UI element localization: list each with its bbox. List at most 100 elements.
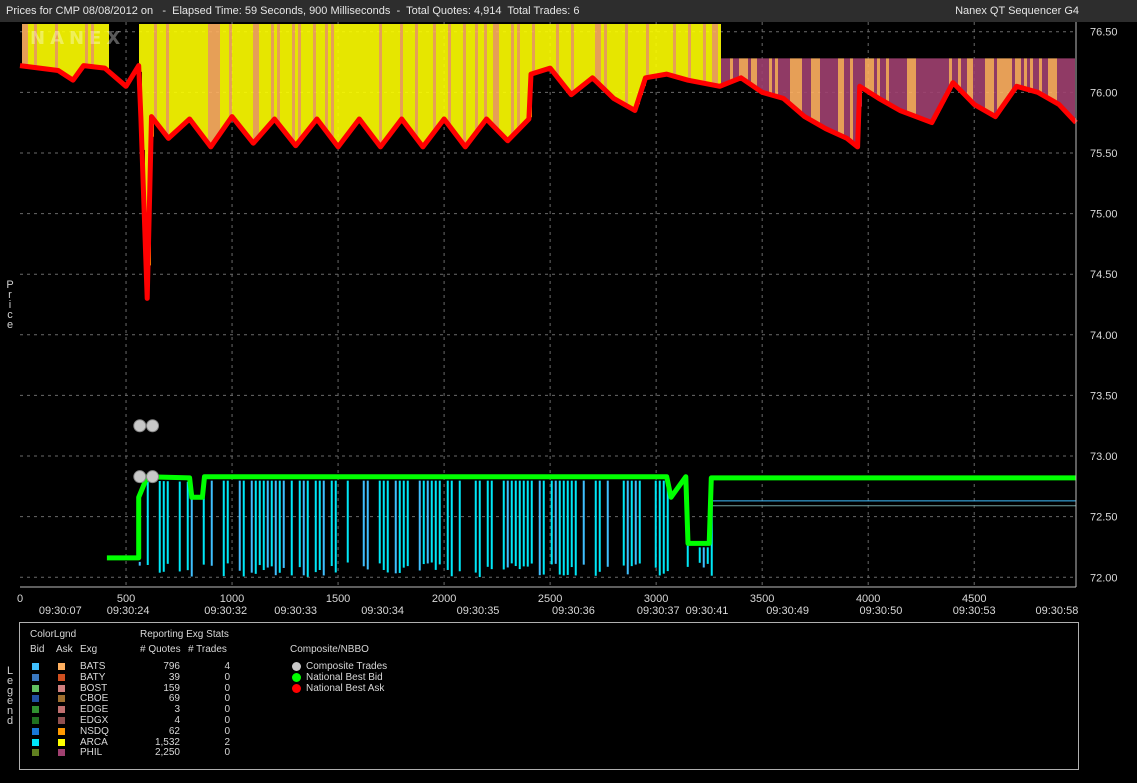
ask-quote-bar xyxy=(460,24,463,140)
bid-quote-spike xyxy=(598,480,601,572)
legend-trade-count: 4 xyxy=(224,661,230,672)
legend-quote-count: 62 xyxy=(168,725,180,737)
bid-quote-spike xyxy=(510,480,513,564)
legend-composite-label: National Best Bid xyxy=(306,672,383,683)
bid-quote-spike xyxy=(302,480,305,576)
ask-quote-bar xyxy=(190,24,193,120)
ask-quote-bar xyxy=(838,58,841,135)
ask-quote-bar xyxy=(691,24,694,81)
ask-quote-bar xyxy=(487,24,490,120)
bid-quote-spike xyxy=(298,480,301,568)
legend-ask-swatch xyxy=(58,663,65,670)
legend-trade-count: 2 xyxy=(224,736,230,748)
time-tick-label: 09:30:34 xyxy=(361,605,404,617)
ask-quote-bar xyxy=(790,58,793,105)
bid-quote-spike xyxy=(346,480,349,563)
legend-ask-swatch xyxy=(58,727,65,735)
y-tick-label: 73.00 xyxy=(1090,451,1118,463)
ask-quote-bar xyxy=(844,58,847,138)
ask-quote-bar xyxy=(829,58,832,131)
ask-quote-bar xyxy=(310,24,313,128)
trade-point xyxy=(146,419,160,433)
ask-quote-bar xyxy=(982,58,985,109)
bid-quote-spike xyxy=(558,480,561,575)
legend-bid-swatch xyxy=(32,717,39,724)
y-tick-label: 75.50 xyxy=(1090,148,1118,160)
ask-quote-bar xyxy=(715,24,718,86)
time-tick-label: 09:30:36 xyxy=(552,605,595,617)
bid-quote-spike xyxy=(530,480,533,564)
ask-quote-bar xyxy=(823,58,826,128)
ask-quote-bar xyxy=(262,24,265,134)
bid-quote-spike xyxy=(402,480,405,568)
ask-quote-bar xyxy=(469,24,472,143)
ask-quote-bar xyxy=(295,24,298,145)
ask-quote-bar xyxy=(412,24,415,133)
ask-quote-bar xyxy=(325,24,328,130)
ask-quote-bar xyxy=(463,24,466,144)
ask-quote-bar xyxy=(484,24,487,123)
ask-quote-bar xyxy=(514,24,517,135)
ask-quote-bar xyxy=(685,24,688,80)
ask-quote-bar xyxy=(766,58,769,94)
ask-quote-bar xyxy=(700,24,703,83)
ask-quote-bar xyxy=(676,24,679,77)
ask-quote-bar xyxy=(604,24,607,89)
ask-quote-bar xyxy=(871,58,874,94)
ask-quote-bar xyxy=(877,58,880,98)
ask-quote-bar xyxy=(367,24,370,130)
ask-quote-bar xyxy=(778,58,781,97)
legend-quote-count: 2,250 xyxy=(154,747,180,759)
ask-quote-bar xyxy=(361,24,364,122)
legend-quote-count: 4 xyxy=(174,715,180,726)
bid-quote-spike xyxy=(222,480,225,577)
chart-title: Prices for CMP 08/08/2012 on - Elapsed T… xyxy=(6,5,580,17)
ask-quote-bar xyxy=(673,24,676,76)
time-tick-label: 09:30:24 xyxy=(107,605,150,617)
ask-quote-bar xyxy=(259,24,262,137)
ask-quote-bar xyxy=(274,24,277,120)
bid-quote-spike xyxy=(570,480,573,568)
ask-quote-bar xyxy=(418,24,421,141)
ask-quote-bar xyxy=(883,58,886,101)
ask-quote-bar xyxy=(583,24,586,86)
ask-quote-bar xyxy=(862,58,865,88)
bid-quote-spike xyxy=(502,480,505,570)
bid-quote-spike xyxy=(162,481,165,572)
ask-quote-bar xyxy=(652,24,655,77)
bid-quote-spike xyxy=(458,480,461,572)
x-tick-label: 3500 xyxy=(750,593,774,605)
ask-quote-bar xyxy=(301,24,304,139)
bid-quote-spike xyxy=(334,480,337,573)
ask-quote-bar xyxy=(457,24,460,136)
legend-trade-count: 0 xyxy=(224,682,230,694)
ask-quote-bar xyxy=(922,58,925,119)
ask-quote-bar xyxy=(703,24,706,84)
bid-quote-spike xyxy=(526,480,529,567)
ask-quote-bar xyxy=(586,24,589,83)
ask-quote-bar xyxy=(403,24,406,121)
ask-quote-bar xyxy=(1045,58,1048,97)
ask-quote-bar xyxy=(322,24,325,126)
bid-quote-spike xyxy=(606,480,609,567)
ask-quote-bar xyxy=(496,24,499,129)
bid-quote-spike xyxy=(574,480,577,576)
ask-quote-bar xyxy=(997,58,1000,115)
legend-bid-swatch xyxy=(32,706,39,714)
bid-quote-spike xyxy=(630,480,633,567)
ask-quote-bar xyxy=(160,24,163,128)
price-axis-label: P r i c e xyxy=(4,280,16,331)
ask-quote-bar xyxy=(193,24,196,124)
ask-quote-bar xyxy=(571,24,574,95)
app-name: Nanex QT Sequencer G4 xyxy=(955,5,1079,17)
bid-quote-spike xyxy=(330,480,333,567)
ask-quote-bar xyxy=(25,24,28,67)
ask-quote-bar xyxy=(712,24,715,85)
ask-quote-bar xyxy=(1036,58,1039,92)
ask-quote-bar xyxy=(1051,58,1054,100)
ask-quote-bar xyxy=(181,24,184,127)
ask-quote-bar xyxy=(397,24,400,126)
ask-quote-bar xyxy=(751,58,754,85)
legend-exchange-name: BATS xyxy=(80,661,106,672)
ask-quote-bar xyxy=(613,24,616,98)
